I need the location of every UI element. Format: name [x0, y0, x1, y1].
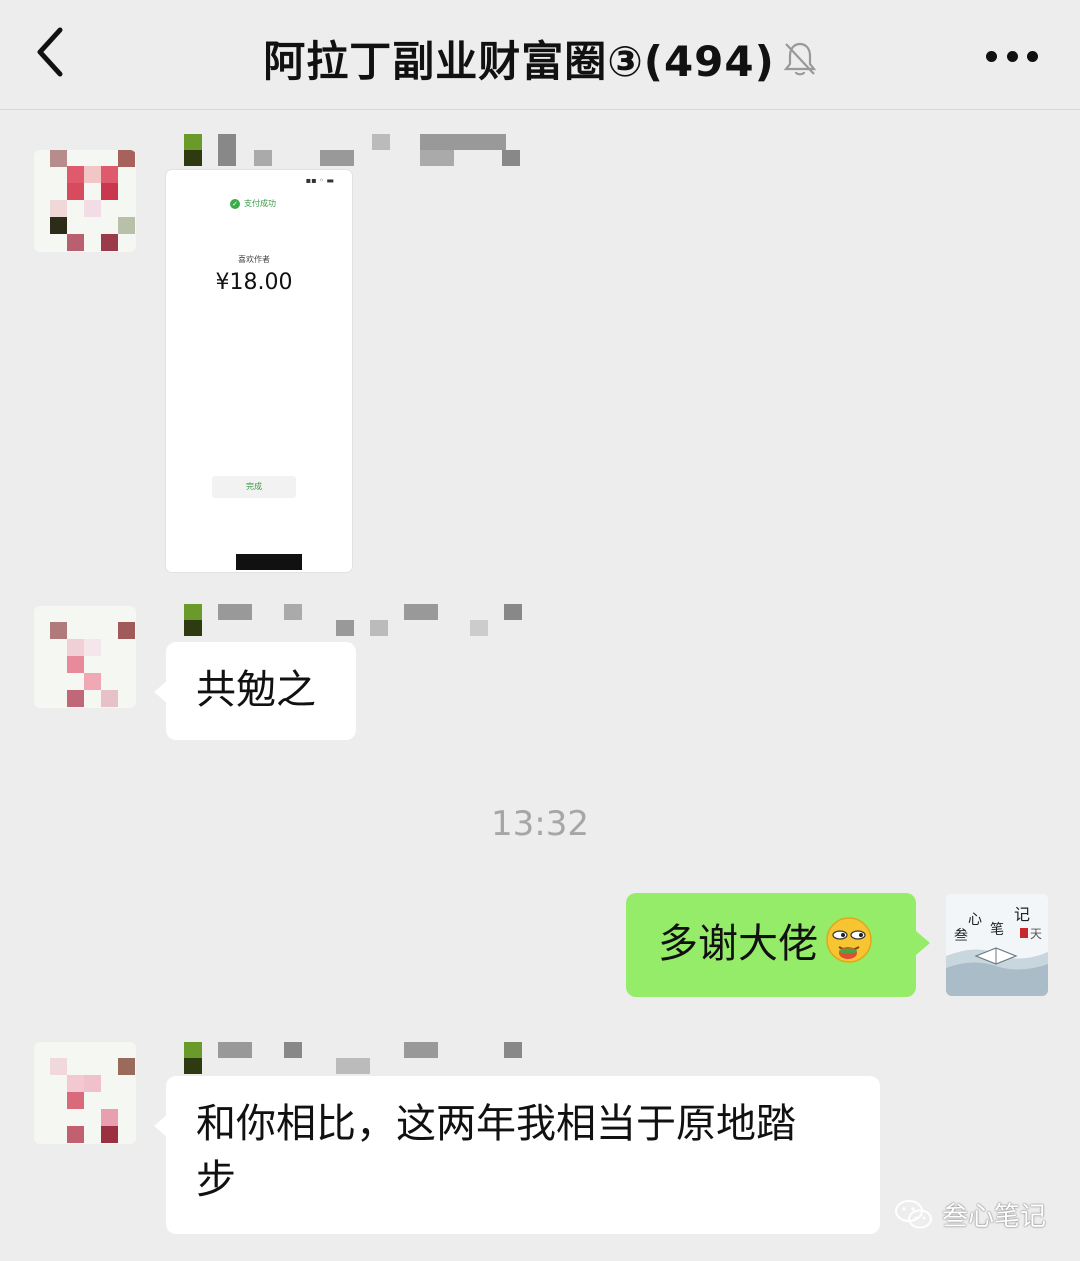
payment-amount: ¥18.00	[215, 270, 293, 295]
svg-text:心: 心	[968, 912, 982, 928]
payment-screenshot-image[interactable]: ▪▪ ◦ ▬ ✓ 支付成功 喜欢作者 ¥18.00 完成	[166, 170, 352, 572]
sender-name-redacted	[184, 134, 524, 168]
check-icon: ✓	[230, 198, 240, 209]
svg-text:天: 天	[1030, 927, 1042, 941]
more-dots-icon	[986, 50, 997, 62]
payment-success-row: ✓ 支付成功	[230, 198, 276, 209]
smirk-emoji-icon	[826, 917, 872, 963]
chat-header: 阿拉丁副业财富圈③(494)	[0, 0, 1080, 110]
home-indicator-redacted	[236, 554, 302, 570]
my-avatar[interactable]: 心 笔 记 叁 天	[946, 894, 1048, 996]
payment-success-label: 支付成功	[244, 199, 276, 208]
message-timestamp: 13:32	[491, 804, 589, 844]
avatar[interactable]	[34, 606, 136, 708]
svg-text:笔: 笔	[990, 922, 1004, 938]
watermark-text: 叁心笔记	[941, 1202, 1046, 1232]
svg-text:叁: 叁	[954, 927, 968, 944]
notebook-logo-icon: 心 笔 记 叁 天	[946, 894, 1048, 996]
watermark: 叁心笔记	[894, 1196, 1046, 1233]
more-button[interactable]	[986, 40, 1038, 72]
avatar[interactable]	[34, 1042, 136, 1144]
chat-bubble-incoming[interactable]: 共勉之	[154, 642, 356, 740]
wechat-icon	[894, 1199, 932, 1228]
chat-bubble-incoming[interactable]: 和你相比，这两年我相当于原地踏 步	[154, 1076, 880, 1234]
message-text: 共勉之	[196, 667, 316, 713]
chat-title-group: 阿拉丁副业财富圈③(494)	[0, 28, 1080, 89]
message-text: 多谢大佬	[658, 921, 818, 967]
payee-label: 喜欢作者	[238, 255, 270, 264]
chat-bubble-outgoing[interactable]: 多谢大佬	[626, 893, 930, 997]
sender-name-redacted	[184, 604, 524, 638]
svg-text:记: 记	[1014, 905, 1030, 924]
avatar[interactable]	[34, 150, 136, 252]
signal-icon: ▪▪ ◦ ▬	[305, 176, 334, 185]
sender-name-redacted	[184, 1042, 524, 1076]
bell-off-icon	[783, 42, 817, 75]
message-text-line: 步	[196, 1157, 236, 1203]
message-text-line: 和你相比，这两年我相当于原地踏	[196, 1101, 796, 1147]
done-button: 完成	[212, 476, 296, 498]
chat-title: 阿拉丁副业财富圈③(494)	[263, 37, 775, 86]
